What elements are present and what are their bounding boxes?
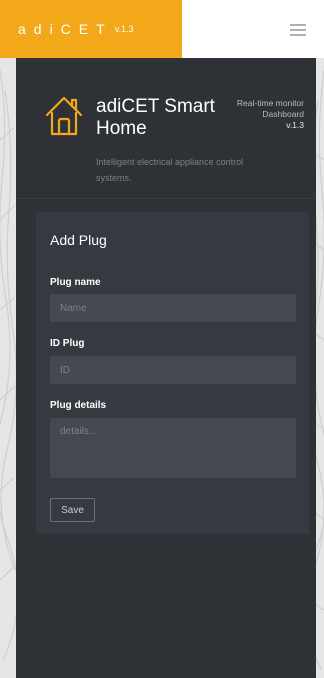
id-plug-input[interactable] bbox=[50, 356, 296, 384]
card-title: Add Plug bbox=[50, 232, 107, 248]
header-meta: Real-time monitor Dashboard v.1.3 bbox=[237, 98, 304, 131]
brand-version: v.1.3 bbox=[114, 24, 134, 34]
top-bar-right bbox=[182, 0, 324, 58]
brand-name: adiCET bbox=[18, 21, 113, 37]
dashboard-panel: adiCET Smart Home Real-time monitor Dash… bbox=[16, 58, 316, 678]
app-header: adiCET Smart Home Real-time monitor Dash… bbox=[16, 58, 316, 199]
plug-name-label: Plug name bbox=[50, 277, 101, 288]
app-title: adiCET Smart Home bbox=[96, 96, 215, 139]
app-description: Intelligent electrical appliance control… bbox=[96, 157, 244, 183]
meta-realtime: Real-time monitor bbox=[236, 98, 304, 108]
plug-details-textarea[interactable] bbox=[50, 418, 296, 478]
save-button[interactable]: Save bbox=[50, 498, 95, 522]
house-icon bbox=[45, 96, 83, 136]
top-bar: adiCET v.1.3 bbox=[0, 0, 324, 58]
id-plug-label: ID Plug bbox=[50, 338, 85, 349]
plug-name-input[interactable] bbox=[50, 294, 296, 322]
meta-version: v.1.3 bbox=[286, 120, 304, 130]
plug-details-label: Plug details bbox=[50, 400, 107, 411]
add-plug-card: Add Plug Plug name ID Plug Plug details … bbox=[36, 212, 309, 534]
brand-bar[interactable]: adiCET v.1.3 bbox=[0, 0, 182, 58]
hamburger-menu-icon[interactable] bbox=[290, 22, 306, 36]
meta-dashboard: Dashboard bbox=[262, 109, 304, 119]
